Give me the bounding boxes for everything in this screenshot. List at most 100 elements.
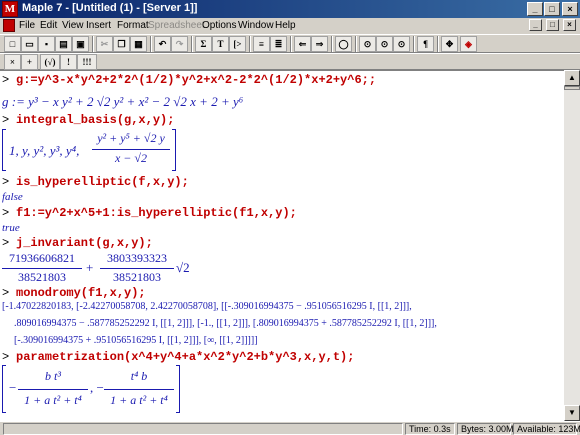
toolbar-separator — [437, 36, 439, 52]
output-7-denominator-1: 1 + a t² + t⁴ — [24, 393, 82, 407]
command-2[interactable]: integral_basis(g,x,y); — [16, 113, 174, 127]
menu-view[interactable]: View — [62, 20, 84, 31]
paragraph-icon[interactable]: ¶ — [417, 36, 434, 52]
output-7-denominator-2: 1 + a t² + t⁴ — [110, 393, 168, 407]
toolbar-separator — [150, 36, 152, 52]
output-7-right-bracket — [176, 365, 180, 413]
restart-icon[interactable]: ◈ — [460, 36, 477, 52]
zoom-100-icon[interactable]: ⊙ — [359, 36, 376, 52]
back-icon[interactable]: ⇐ — [294, 36, 311, 52]
title-bar: M Maple 7 - [Untitled (1) - [Server 1]] … — [0, 0, 580, 18]
open-icon[interactable]: ▭ — [21, 36, 38, 52]
output-2-items: 1, y, y², y³, y⁴, — [9, 143, 80, 158]
prompt-2: > — [2, 113, 10, 127]
zoom-150-icon[interactable]: ⊙ — [376, 36, 393, 52]
times-button[interactable]: × — [4, 54, 21, 70]
prompt-icon[interactable]: [> — [229, 36, 246, 52]
toolbar-separator — [92, 36, 94, 52]
menu-file[interactable]: File — [19, 20, 35, 31]
export-icon[interactable]: ▣ — [72, 36, 89, 52]
menu-format[interactable]: Format — [117, 20, 149, 31]
main-toolbar: □ ▭ ▪ ▤ ▣ ✂ ❐ ▦ ↶ ↷ Σ T [> ≡ ≣ ⇐ ⇒ ◯ ⊙ ⊙… — [0, 34, 580, 53]
mdi-restore-button[interactable]: □ — [546, 19, 559, 31]
output-7-left-bracket — [2, 365, 6, 413]
toolbar-separator — [249, 36, 251, 52]
output-7-fraction-1: b t³ 1 + a t² + t⁴ — [18, 367, 88, 411]
menu-bar: File Edit View Insert Format Spreadsheet… — [0, 18, 580, 34]
scroll-up-icon[interactable]: ▲ — [564, 70, 580, 86]
save-icon[interactable]: ▪ — [38, 36, 55, 52]
zoom-200-icon[interactable]: ⊙ — [393, 36, 410, 52]
expand-icon[interactable]: ✥ — [441, 36, 458, 52]
status-time: Time: 0.3s — [405, 423, 455, 435]
redo-icon[interactable]: ↷ — [171, 36, 188, 52]
output-5-fraction-1: 71936606821 38521803 — [2, 251, 82, 285]
menu-edit[interactable]: Edit — [40, 20, 57, 31]
output-4: true — [2, 222, 20, 234]
new-icon[interactable]: □ — [4, 36, 21, 52]
undo-icon[interactable]: ↶ — [154, 36, 171, 52]
menu-window[interactable]: Window — [238, 20, 274, 31]
stop-icon[interactable]: ◯ — [335, 36, 352, 52]
output-2-denominator: x − √2 — [114, 151, 147, 165]
command-6[interactable]: monodromy(f1,x,y); — [16, 286, 146, 300]
execute-all-button[interactable]: !!! — [77, 54, 97, 70]
forward-icon[interactable]: ⇒ — [311, 36, 328, 52]
context-toolbar: × + (√) ! !!! — [0, 53, 580, 70]
status-available: Available: 123M — [513, 423, 580, 435]
menu-options[interactable]: Options — [202, 20, 236, 31]
prompt-4: > — [2, 206, 10, 220]
cut-icon[interactable]: ✂ — [96, 36, 113, 52]
plus-button[interactable]: + — [21, 54, 38, 70]
prompt-3: > — [2, 175, 10, 189]
vertical-scrollbar[interactable]: ▲ ▼ — [564, 70, 580, 421]
paste-icon[interactable]: ▦ — [130, 36, 147, 52]
menu-help[interactable]: Help — [275, 20, 296, 31]
print-icon[interactable]: ▤ — [55, 36, 72, 52]
exclamation-button[interactable]: ! — [60, 54, 77, 70]
sqrt-button[interactable]: (√) — [40, 54, 60, 70]
minimize-button[interactable]: _ — [527, 2, 543, 16]
fraction-bar — [18, 389, 88, 390]
output-2-right-bracket — [172, 129, 176, 171]
command-7[interactable]: parametrization(x^4+y^4+a*x^2*y^2+b*y^3,… — [16, 350, 354, 364]
window-title: Maple 7 - [Untitled (1) - [Server 1]] — [22, 2, 198, 14]
command-4[interactable]: f1:=y^2+x^5+1:is_hyperelliptic(f1,x,y); — [16, 206, 297, 220]
output-6-line-3: [-.309016994375 + .951056516295 I, [[1, … — [14, 335, 258, 346]
scroll-down-icon[interactable]: ▼ — [564, 405, 580, 421]
worksheet[interactable]: > g:=y^3-x*y^2+2*2^(1/2)*y^2+x^2-2*2^(1/… — [0, 70, 564, 421]
maximize-button[interactable]: □ — [544, 2, 560, 16]
indent-icon[interactable]: ≡ — [253, 36, 270, 52]
output-6-line-2: .809016994375 − .587785252292 I, [[1, 2]… — [14, 318, 437, 329]
mdi-close-button[interactable]: × — [563, 19, 576, 31]
copy-icon[interactable]: ❐ — [113, 36, 130, 52]
prompt-6: > — [2, 286, 10, 300]
menu-insert[interactable]: Insert — [86, 20, 111, 31]
command-5[interactable]: j_invariant(g,x,y); — [16, 236, 153, 250]
output-5-plus: + — [86, 260, 94, 275]
scroll-thumb[interactable] — [564, 86, 580, 90]
output-2-fraction: y² + y⁵ + √2 y x − √2 — [92, 129, 170, 169]
command-1[interactable]: g:=y^3-x*y^2+2*2^(1/2)*y^2+x^2-2*2^(1/2)… — [16, 73, 376, 87]
status-bytes: Bytes: 3.00M — [457, 423, 514, 435]
output-1: g := y³ − x y² + 2 √2 y² + x² − 2 √2 x +… — [2, 94, 244, 109]
status-bar: Time: 0.3s Bytes: 3.00M Available: 123M — [0, 421, 580, 435]
document-icon[interactable] — [3, 19, 15, 32]
output-5-sqrt2: √2 — [176, 260, 190, 275]
output-5-fraction-2: 3803393323 38521803 — [100, 251, 174, 285]
menu-spreadsheet[interactable]: Spreadsheet — [148, 20, 205, 31]
outdent-icon[interactable]: ≣ — [270, 36, 287, 52]
maple-app-icon[interactable]: M — [2, 1, 18, 17]
text-icon[interactable]: T — [212, 36, 229, 52]
sigma-icon[interactable]: Σ — [195, 36, 212, 52]
toolbar-separator — [413, 36, 415, 52]
mdi-minimize-button[interactable]: _ — [529, 19, 542, 31]
command-3[interactable]: is_hyperelliptic(f,x,y); — [16, 175, 189, 189]
prompt-5: > — [2, 236, 10, 250]
output-7-numerator-1: b t³ — [45, 369, 61, 383]
close-button[interactable]: × — [562, 2, 578, 16]
toolbar-separator — [331, 36, 333, 52]
fraction-bar — [104, 389, 174, 390]
output-7-minus: − — [9, 380, 17, 395]
output-6-line-1: [-1.47022820183, [-2.42270058708, 2.4227… — [2, 301, 412, 312]
